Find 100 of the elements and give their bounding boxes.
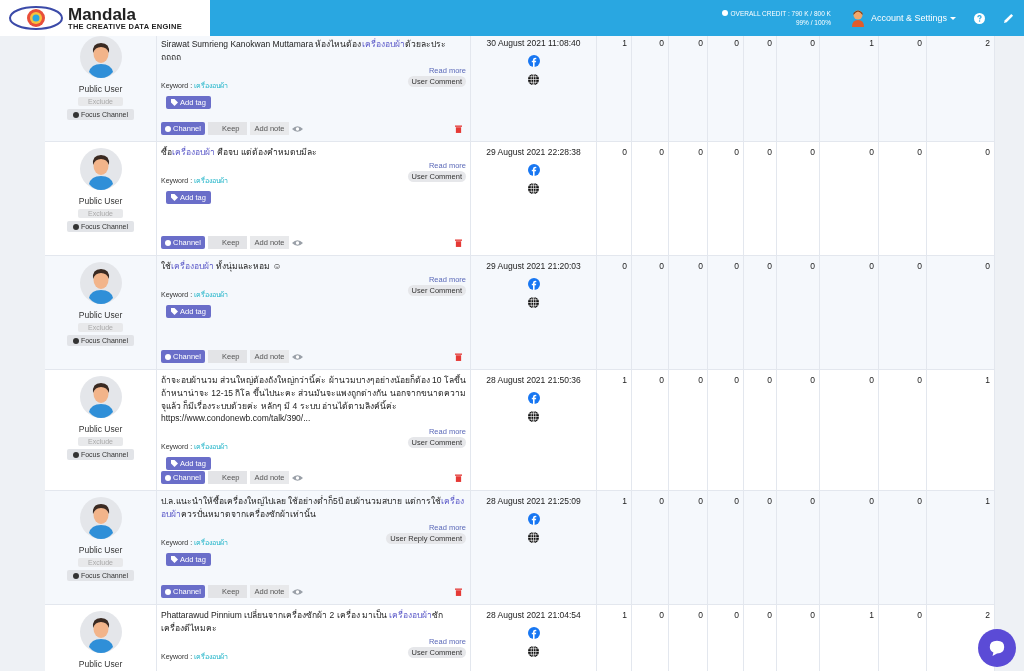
count-value: 0 bbox=[734, 375, 739, 385]
count-value: 0 bbox=[869, 496, 874, 506]
trash-icon[interactable] bbox=[455, 238, 462, 247]
tag-icon bbox=[171, 460, 178, 467]
count-value: 0 bbox=[917, 147, 922, 157]
post-date: 30 August 2021 11:08:40 bbox=[486, 38, 581, 48]
account-settings-menu[interactable]: Account & Settings bbox=[870, 13, 956, 23]
tag-icon bbox=[171, 555, 178, 563]
facebook-icon[interactable] bbox=[527, 164, 540, 176]
count-value: 0 bbox=[622, 147, 627, 157]
post-date: 28 August 2021 21:50:36 bbox=[486, 375, 581, 385]
avatar-icon bbox=[79, 148, 122, 190]
count-value: 0 bbox=[810, 38, 815, 48]
eye-icon[interactable] bbox=[291, 352, 303, 361]
tag-icon bbox=[171, 307, 178, 315]
count-value: 0 bbox=[869, 147, 874, 157]
user-name: Public User bbox=[78, 310, 123, 320]
count-value: 1 bbox=[622, 38, 627, 48]
message-text: ป.ล.แนะนำให้ซื้อเครื่องใหญ่ไปเลย ใช้อย่างต่ำก็5ปี อบผ้านวมสบาย แต่การใช้เครื่องอบผ้าควรปั่นหมาดจากเครื่องซักผ้าเท่านั้น bbox=[161, 495, 465, 521]
globe-icon bbox=[528, 646, 539, 657]
count-value: 0 bbox=[698, 147, 703, 157]
count-value: 0 bbox=[917, 261, 922, 271]
message-text: ถ้าจะอบผ้านวม ส่วนใหญ่ต้องถังใหญ่กว่านี้ค่ะ ผ้านวมบางๆอย่างน้อยก็ต้อง 10 โลขึ้น ถ้าหนาน่าจะ 12-15 กิโล ขึ้นไปนะคะ ส่วนมันจะแพงถูกต่างกัน นอกจากขนาดความจุแล้ว ก็มีเรื่องระบบด้วยค่ะ หลักๆ มี 4 ระบบ อ่านได้ตามลิงค์นี้ค่ะ https://www.condonewb.com/talk/390/... bbox=[161, 374, 466, 425]
count-value: 0 bbox=[810, 261, 815, 271]
globe-icon bbox=[528, 532, 539, 543]
count-value: 0 bbox=[734, 261, 739, 271]
count-value: 0 bbox=[810, 147, 815, 157]
count-value: 0 bbox=[810, 610, 815, 620]
chat-icon bbox=[988, 639, 1006, 657]
avatar-icon bbox=[79, 262, 122, 304]
facebook-icon[interactable] bbox=[527, 55, 540, 67]
count-value: 0 bbox=[734, 38, 739, 48]
logo-name: Mandala bbox=[68, 5, 138, 23]
count-value: 0 bbox=[698, 261, 703, 271]
count-value: 1 bbox=[869, 38, 874, 48]
avatar-icon bbox=[79, 376, 122, 418]
chat-button[interactable] bbox=[978, 629, 1016, 667]
count-value: 0 bbox=[659, 610, 664, 620]
count-value: 0 bbox=[767, 375, 772, 385]
caret-icon bbox=[950, 16, 956, 20]
count-value: 1 bbox=[622, 496, 627, 506]
count-value: 0 bbox=[659, 38, 664, 48]
user-name: Public User bbox=[78, 84, 123, 94]
eye-icon[interactable] bbox=[291, 473, 303, 482]
count-value: 0 bbox=[698, 38, 703, 48]
count-value: 0 bbox=[698, 375, 703, 385]
count-value: 0 bbox=[917, 610, 922, 620]
avatar-icon bbox=[850, 9, 865, 27]
count-value: 0 bbox=[767, 147, 772, 157]
count-value: 2 bbox=[985, 38, 990, 48]
count-value: 0 bbox=[917, 38, 922, 48]
message-text: Sirawat Sumrieng Kanokwan Muttamara ห้องไหนต้องเครื่องอบผ้าด้วยละประ ถถถถ bbox=[161, 38, 447, 64]
post-date: 28 August 2021 21:25:09 bbox=[486, 496, 581, 506]
count-value: 0 bbox=[698, 610, 703, 620]
user-name: Public User bbox=[78, 659, 123, 669]
facebook-icon[interactable] bbox=[527, 392, 540, 404]
count-value: 0 bbox=[698, 496, 703, 506]
count-value: 1 bbox=[985, 496, 990, 506]
pencil-icon[interactable] bbox=[1003, 12, 1014, 24]
eye-icon[interactable] bbox=[291, 238, 303, 247]
count-value: 1 bbox=[985, 375, 990, 385]
tag-icon bbox=[171, 98, 178, 106]
eye-icon[interactable] bbox=[291, 587, 303, 596]
help-icon[interactable] bbox=[974, 12, 985, 24]
user-name: Public User bbox=[78, 196, 123, 206]
trash-icon[interactable] bbox=[455, 587, 462, 596]
trash-icon[interactable] bbox=[455, 124, 462, 133]
count-value: 0 bbox=[659, 261, 664, 271]
tag-icon bbox=[171, 193, 178, 201]
count-value: 1 bbox=[622, 375, 627, 385]
count-value: 0 bbox=[659, 147, 664, 157]
globe-icon bbox=[528, 74, 539, 85]
count-value: 0 bbox=[917, 496, 922, 506]
count-value: 0 bbox=[767, 261, 772, 271]
facebook-icon[interactable] bbox=[527, 513, 540, 525]
count-value: 2 bbox=[985, 610, 990, 620]
message-text: Phattarawud Pinnium เปลี่ยนจากเครื่องซักผ้า 2 เครื่อง มาเป็น เครื่องอบผ้าซักเครื่องดีไหมคะ bbox=[161, 609, 445, 635]
count-value: 0 bbox=[985, 261, 990, 271]
count-value: 0 bbox=[734, 610, 739, 620]
globe-icon bbox=[528, 411, 539, 422]
count-value: 0 bbox=[734, 496, 739, 506]
eye-icon[interactable] bbox=[291, 124, 303, 133]
trash-icon[interactable] bbox=[455, 352, 462, 361]
post-date: 29 August 2021 22:28:38 bbox=[486, 147, 581, 157]
user-name: Public User bbox=[78, 424, 123, 434]
post-date: 29 August 2021 21:20:03 bbox=[486, 261, 581, 271]
message-text: ซื้อเครื่องอบผ้า คือจบ แต่ต้องคำหมดบมีละ bbox=[161, 146, 318, 159]
count-value: 1 bbox=[869, 610, 874, 620]
count-value: 0 bbox=[767, 496, 772, 506]
message-text: ใช้เครื่องอบผ้า ทั้งนุ่มและหอม ☺ bbox=[161, 260, 283, 273]
count-value: 0 bbox=[810, 496, 815, 506]
count-value: 0 bbox=[767, 38, 772, 48]
facebook-icon[interactable] bbox=[527, 278, 540, 290]
avatar-icon bbox=[79, 611, 122, 653]
avatar-icon bbox=[79, 497, 122, 539]
count-value: 0 bbox=[622, 261, 627, 271]
trash-icon[interactable] bbox=[455, 473, 462, 482]
facebook-icon[interactable] bbox=[527, 627, 540, 639]
logo-icon bbox=[8, 3, 64, 33]
globe-icon bbox=[528, 297, 539, 308]
